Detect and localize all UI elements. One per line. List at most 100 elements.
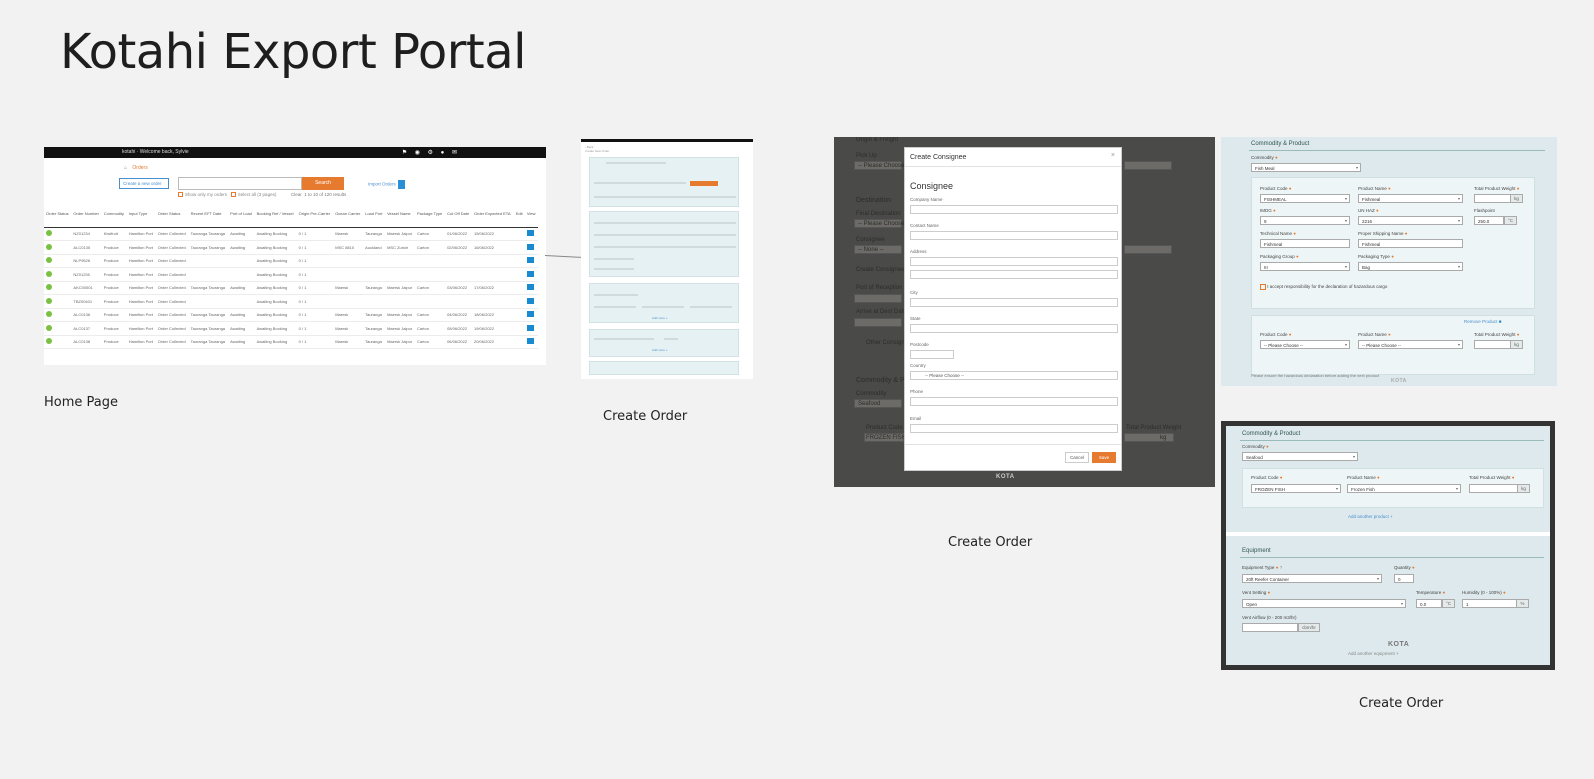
edit-cell[interactable] [513,227,525,241]
view-icon[interactable] [526,257,534,264]
edit-cell[interactable] [513,308,525,322]
packaging-group-select[interactable]: III [1260,262,1350,271]
import-orders-link[interactable]: Import Orders [368,180,405,189]
breadcrumb-orders[interactable]: Orders [132,165,147,171]
view-cell[interactable] [524,308,538,322]
table-row[interactable]: NZ01235 Produce Hamilton Port Order Collect… [44,267,538,282]
product-code-select-2[interactable]: -- Please Choose -- [1260,340,1350,349]
product-name-select[interactable]: Frozen Fish [1347,484,1461,493]
edit-cell[interactable] [513,254,525,268]
clear-link[interactable]: Clear [291,192,302,197]
contact-name-input[interactable] [910,231,1118,240]
state-input[interactable] [910,324,1118,333]
view-cell[interactable] [524,254,538,268]
create-order-frame-1[interactable]: ‹ Back Create New Order Add more + Add m… [581,139,753,379]
technical-name-input[interactable]: Fishmeal [1260,239,1350,248]
edit-cell[interactable] [513,294,525,309]
edit-cell[interactable] [513,240,525,255]
column-header[interactable]: Input Type [126,210,156,228]
column-header[interactable]: Booking Ref / Vessel [254,210,297,228]
column-header[interactable]: Origin Pre-Carrier [296,210,334,228]
view-icon[interactable] [526,311,534,318]
create-order-button[interactable]: Create a new order [119,178,169,189]
column-header[interactable]: Edit [513,210,525,228]
create-order-frame-2[interactable]: Origin & Freight Pick Up -- Please Choos… [834,137,1215,487]
field[interactable] [594,182,686,184]
field[interactable] [664,338,678,340]
cancel-button[interactable]: Cancel [1065,452,1089,463]
field[interactable] [642,306,684,308]
field[interactable] [594,306,636,308]
search-button[interactable]: Search [302,177,344,190]
add-more-link-2[interactable]: Add more + [652,348,668,352]
field[interactable] [606,162,666,164]
quantity-input[interactable]: 0 [1394,574,1414,583]
column-header[interactable]: Order Expected ETA [471,210,514,228]
imdg-select[interactable]: 9 [1260,216,1350,225]
view-icon[interactable] [526,284,534,291]
packaging-type-select[interactable]: Bag [1358,262,1463,271]
field[interactable] [594,258,634,260]
create-order-frame-3[interactable]: Commodity & Product Commodity ● Fish Mea… [1221,137,1557,386]
city-input[interactable] [910,298,1118,307]
field[interactable] [594,268,634,270]
view-icon[interactable] [526,324,534,331]
field[interactable] [690,306,732,308]
view-icon[interactable] [526,297,534,304]
product-code-select[interactable]: FROZEN FISH [1251,484,1341,493]
edit-cell[interactable] [513,335,525,349]
column-header[interactable]: Order Number [71,210,102,228]
field[interactable] [594,234,736,236]
create-order-frame-4[interactable]: Commodity & Product Commodity ● Seafood … [1221,421,1555,670]
field[interactable] [594,222,736,224]
table-row[interactable]: ALC0137 Produce Hamilton Port Order Collect… [44,321,538,336]
add-booking-button[interactable] [690,181,718,186]
view-cell[interactable] [524,321,538,336]
edit-cell[interactable] [513,281,525,295]
search-input[interactable] [178,177,302,190]
home-icon[interactable]: ⌂ [124,165,127,171]
view-cell[interactable] [524,267,538,282]
column-header[interactable]: Ocean Carrier [333,210,364,228]
table-row[interactable]: ALC0135 Produce Hamilton Port Order Collect… [44,240,538,255]
column-header[interactable]: Order Status [44,210,72,228]
email-input[interactable] [910,424,1118,433]
column-header[interactable]: Cut Off Date [445,210,472,228]
field[interactable] [594,246,736,248]
column-header[interactable]: Commodity [101,210,127,228]
country-select[interactable]: -- Please Choose -- [910,371,1118,380]
add-equipment-link[interactable]: Add another equipment + [1348,651,1399,656]
field[interactable] [594,196,736,198]
commodity-select[interactable]: Fish Meal [1251,163,1361,172]
add-product-link[interactable]: Add another product + [1348,514,1393,519]
hazardous-checkbox-row[interactable]: I accept responsibility for the declarat… [1260,284,1387,290]
phone-input[interactable] [910,397,1118,406]
column-header[interactable]: Package Type [414,210,446,228]
flashpoint-input[interactable]: 250.0 [1474,216,1504,225]
close-icon[interactable]: × [1111,152,1115,159]
field[interactable] [594,338,654,340]
column-header[interactable]: Load Port [363,210,386,228]
vent-airflow-input[interactable] [1242,623,1298,632]
table-row[interactable]: AKC00501 Produce Hamilton Port Order Collec… [44,281,538,295]
column-header[interactable]: Order Status [155,210,189,228]
edit-cell[interactable] [513,321,525,336]
remove-product-link[interactable]: Remove Product ■ [1464,319,1502,324]
product-name-select[interactable]: Fishmeal [1358,194,1463,203]
filter-checkboxes[interactable]: Show only my orders Select all (3 pages) [178,192,276,198]
un-haz-select[interactable]: 2216 [1358,216,1463,225]
save-button[interactable]: Save [1092,452,1116,463]
view-cell[interactable] [524,294,538,309]
vent-setting-select[interactable]: Open [1242,599,1406,608]
product-code-select[interactable]: FISHMEAL [1260,194,1350,203]
view-cell[interactable] [524,281,538,295]
table-row[interactable]: ALC0136 Produce Hamilton Port Order Collect… [44,308,538,322]
commodity-select[interactable]: Seafood [1242,452,1358,461]
checkbox-icon[interactable] [1260,284,1266,290]
topbar-icons[interactable]: ⚑ ◉ ⚙ ● ✉ [402,149,460,156]
view-cell[interactable] [524,227,538,241]
postcode-input[interactable] [910,350,954,359]
equipment-type-select[interactable]: 20ft Reefer Container [1242,574,1382,583]
address-input[interactable] [910,257,1118,266]
view-icon[interactable] [526,230,534,237]
